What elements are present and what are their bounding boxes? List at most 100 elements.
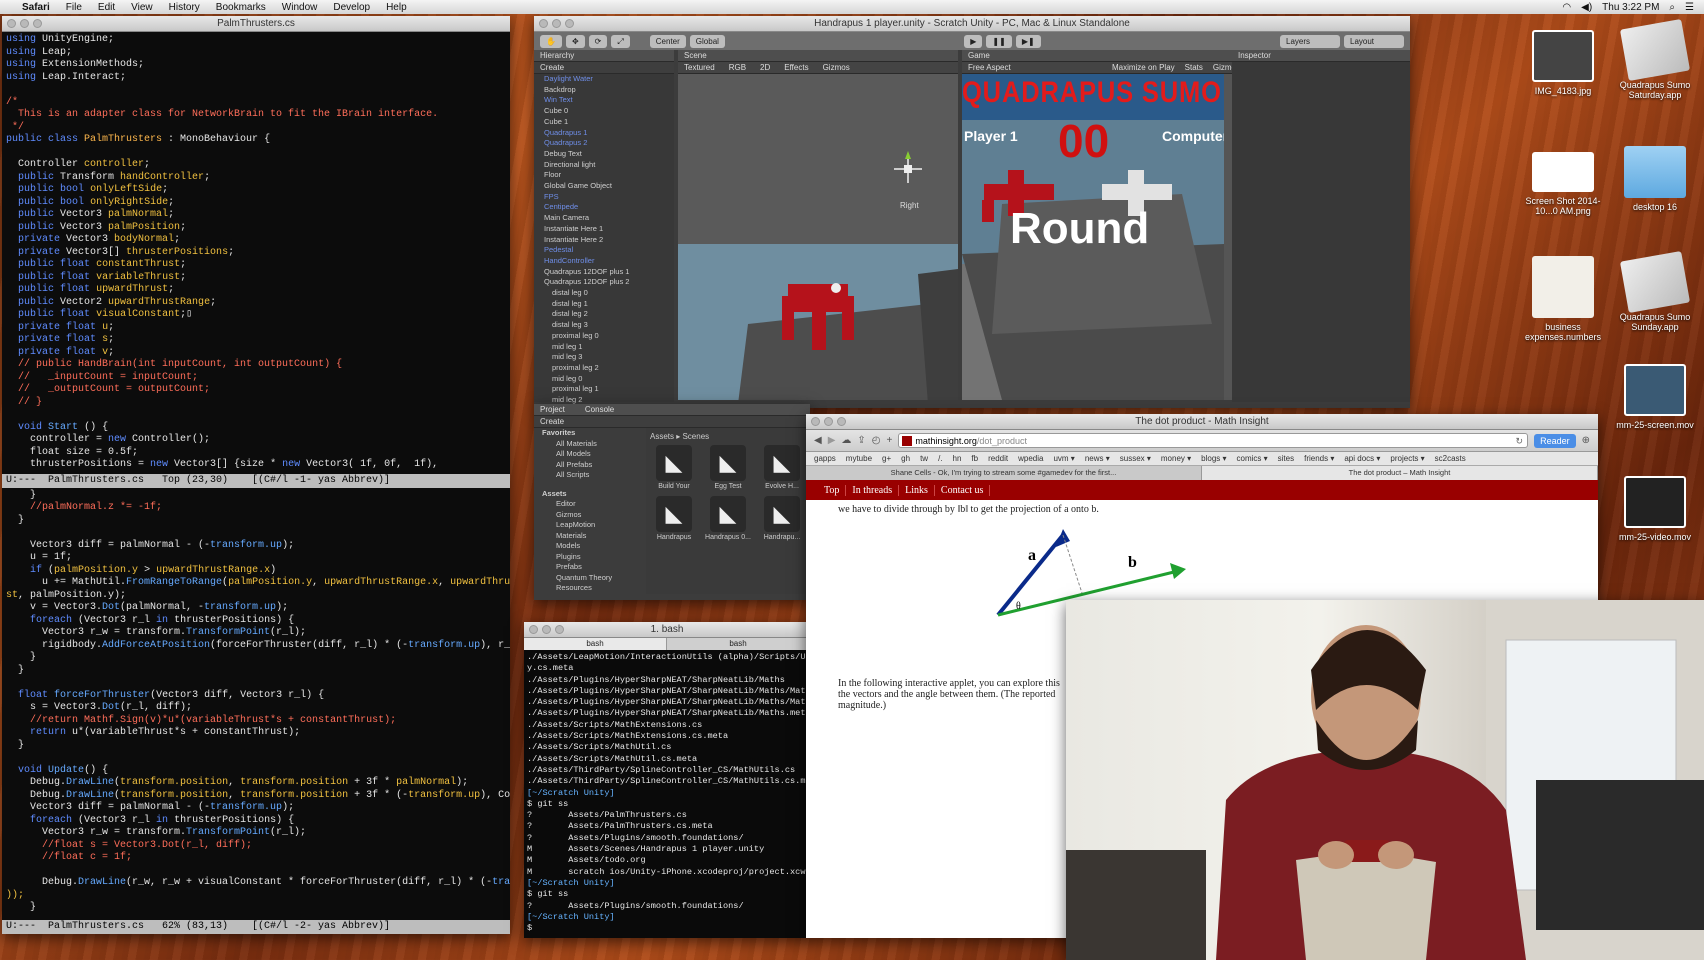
hierarchy-item[interactable]: distal leg 2	[534, 309, 674, 320]
menu-history[interactable]: History	[169, 2, 200, 13]
desktop-icon-screen-mov[interactable]: mm-25-screen.mov	[1610, 364, 1700, 430]
scene-view[interactable]: Scene Textured RGB 2D Effects Gizmos Rig…	[678, 50, 958, 404]
scene-2d-toggle[interactable]: 2D	[760, 62, 770, 73]
scene-file-item[interactable]: ◣ Build Your	[650, 445, 698, 490]
bookmark-item[interactable]: g+	[882, 452, 891, 465]
tab-game[interactable]: Game	[962, 50, 1240, 62]
bookmark-item[interactable]: sc2casts	[1435, 452, 1466, 465]
bookmark-item[interactable]: comics ▾	[1237, 452, 1268, 465]
menu-app-name[interactable]: Safari	[22, 2, 50, 13]
bookmark-item[interactable]: /.	[938, 452, 942, 465]
hierarchy-item[interactable]: Instantiate Here 2	[534, 235, 674, 246]
downloads-icon[interactable]: ⊕	[1582, 435, 1590, 446]
icloud-tabs-icon[interactable]: ☁	[841, 435, 851, 446]
scene-file-item[interactable]: ◣ Egg Test	[704, 445, 752, 490]
hierarchy-item[interactable]: distal leg 1	[534, 299, 674, 310]
menu-help[interactable]: Help	[386, 2, 407, 13]
project-create-button[interactable]: Create	[534, 416, 810, 428]
asset-folder-item[interactable]: Resources	[534, 583, 646, 594]
menu-window[interactable]: Window	[282, 2, 318, 13]
close-icon[interactable]	[811, 417, 820, 426]
favorites-header[interactable]: Favorites	[534, 428, 646, 439]
bookmark-item[interactable]: friends ▾	[1304, 452, 1334, 465]
tab-hierarchy[interactable]: Hierarchy	[534, 50, 674, 62]
bookmark-item[interactable]: sussex ▾	[1120, 452, 1151, 465]
hierarchy-item[interactable]: Daylight Water	[534, 74, 674, 85]
safari-titlebar[interactable]: The dot product - Math Insight	[806, 414, 1598, 430]
minimize-icon[interactable]	[824, 417, 833, 426]
bookmark-item[interactable]: wpedia	[1018, 452, 1043, 465]
minimize-icon[interactable]	[552, 19, 561, 28]
favorites-item[interactable]: All Scripts	[534, 470, 646, 481]
asset-folder-item[interactable]: Gizmos	[534, 510, 646, 521]
tab-scene[interactable]: Scene	[678, 50, 958, 62]
tab-project[interactable]: Project	[540, 404, 565, 415]
zoom-icon[interactable]	[565, 19, 574, 28]
bookmark-item[interactable]: blogs ▾	[1201, 452, 1226, 465]
play-icon[interactable]: ▶	[964, 34, 983, 48]
hierarchy-item[interactable]: Quadrapus 2	[534, 138, 674, 149]
reader-button[interactable]: Reader	[1534, 433, 1576, 448]
menu-develop[interactable]: Develop	[333, 2, 370, 13]
asset-folder-item[interactable]: Quantum Theory	[534, 573, 646, 584]
desktop-icon-app-saturday[interactable]: Quadrapus Sumo Saturday.app	[1610, 19, 1700, 100]
bookmark-item[interactable]: tw	[920, 452, 928, 465]
scene-effects-dropdown[interactable]: Effects	[784, 62, 808, 73]
scene-file-item[interactable]: ◣ Handrapus 0...	[704, 496, 752, 541]
pivot-global-button[interactable]: Global	[689, 34, 725, 48]
move-tool-icon[interactable]: ✥	[565, 34, 585, 48]
terminal-output[interactable]: ./Assets/LeapMotion/InteractionUtils (al…	[524, 650, 810, 936]
bookmark-item[interactable]: uvm ▾	[1053, 452, 1074, 465]
bookmark-item[interactable]: api docs ▾	[1344, 452, 1380, 465]
close-icon[interactable]	[7, 19, 16, 28]
bookmark-item[interactable]: reddit	[988, 452, 1008, 465]
pivot-center-button[interactable]: Center	[649, 34, 686, 48]
hierarchy-item[interactable]: Centipede	[534, 202, 674, 213]
game-aspect-dropdown[interactable]: Free Aspect	[968, 62, 1011, 73]
volume-icon[interactable]: ◀)	[1581, 2, 1592, 13]
pause-icon[interactable]: ❚❚	[986, 34, 1012, 48]
asset-folder-item[interactable]: Editor	[534, 499, 646, 510]
bookmark-item[interactable]: mytube	[846, 452, 872, 465]
hierarchy-item[interactable]: proximal leg 2	[534, 363, 674, 374]
step-icon[interactable]: ▶❚	[1015, 34, 1041, 48]
hierarchy-item[interactable]: Instantiate Here 1	[534, 224, 674, 235]
address-bar[interactable]: mathinsight.org/dot_product ↻	[898, 433, 1529, 448]
hierarchy-item[interactable]: mid leg 3	[534, 352, 674, 363]
hierarchy-item[interactable]: Global Game Object	[534, 181, 674, 192]
hierarchy-item[interactable]: Cube 0	[534, 106, 674, 117]
hierarchy-item[interactable]: Quadrapus 12DOF plus 2	[534, 277, 674, 288]
nav-in-threads[interactable]: In threads	[846, 484, 900, 496]
asset-folder-item[interactable]: Plugins	[534, 552, 646, 563]
hierarchy-item[interactable]: mid leg 0	[534, 374, 674, 385]
hierarchy-item[interactable]: Cube 1	[534, 117, 674, 128]
desktop-icon-folder[interactable]: desktop 16	[1610, 146, 1700, 212]
share-icon[interactable]: ⇪	[857, 435, 865, 446]
menu-view[interactable]: View	[131, 2, 153, 13]
zoom-icon[interactable]	[555, 625, 564, 634]
scene-file-item[interactable]: ◣ Evolve H...	[758, 445, 806, 490]
scene-file-item[interactable]: ◣ Handrapu...	[758, 496, 806, 541]
menu-edit[interactable]: Edit	[98, 2, 115, 13]
hierarchy-item[interactable]: HandController	[534, 256, 674, 267]
code-editor-top[interactable]: using UnityEngine; using Leap; using Ext…	[2, 32, 510, 474]
hand-tool-icon[interactable]: ✋	[540, 34, 562, 48]
close-icon[interactable]	[539, 19, 548, 28]
close-icon[interactable]	[529, 625, 538, 634]
layers-dropdown[interactable]: Layers	[1280, 34, 1340, 48]
hierarchy-item[interactable]: mid leg 1	[534, 342, 674, 353]
asset-folder-item[interactable]: Prefabs	[534, 562, 646, 573]
history-icon[interactable]: ◴	[872, 435, 881, 446]
rotate-tool-icon[interactable]: ⟳	[588, 34, 608, 48]
bookmark-item[interactable]: projects ▾	[1390, 452, 1424, 465]
asset-folder-item[interactable]: LeapMotion	[534, 520, 646, 531]
terminal-titlebar[interactable]: 1. bash	[524, 622, 810, 638]
hierarchy-item[interactable]: distal leg 0	[534, 288, 674, 299]
hierarchy-item[interactable]: Pedestal	[534, 245, 674, 256]
menubar-clock[interactable]: Thu 3:22 PM	[1602, 2, 1659, 13]
hierarchy-item[interactable]: Backdrop	[534, 85, 674, 96]
bookmark-item[interactable]: hn	[953, 452, 962, 465]
bookmark-item[interactable]: money ▾	[1161, 452, 1191, 465]
unity-titlebar[interactable]: Handrapus 1 player.unity - Scratch Unity…	[534, 16, 1410, 32]
scene-textured-dropdown[interactable]: Textured	[684, 62, 715, 73]
